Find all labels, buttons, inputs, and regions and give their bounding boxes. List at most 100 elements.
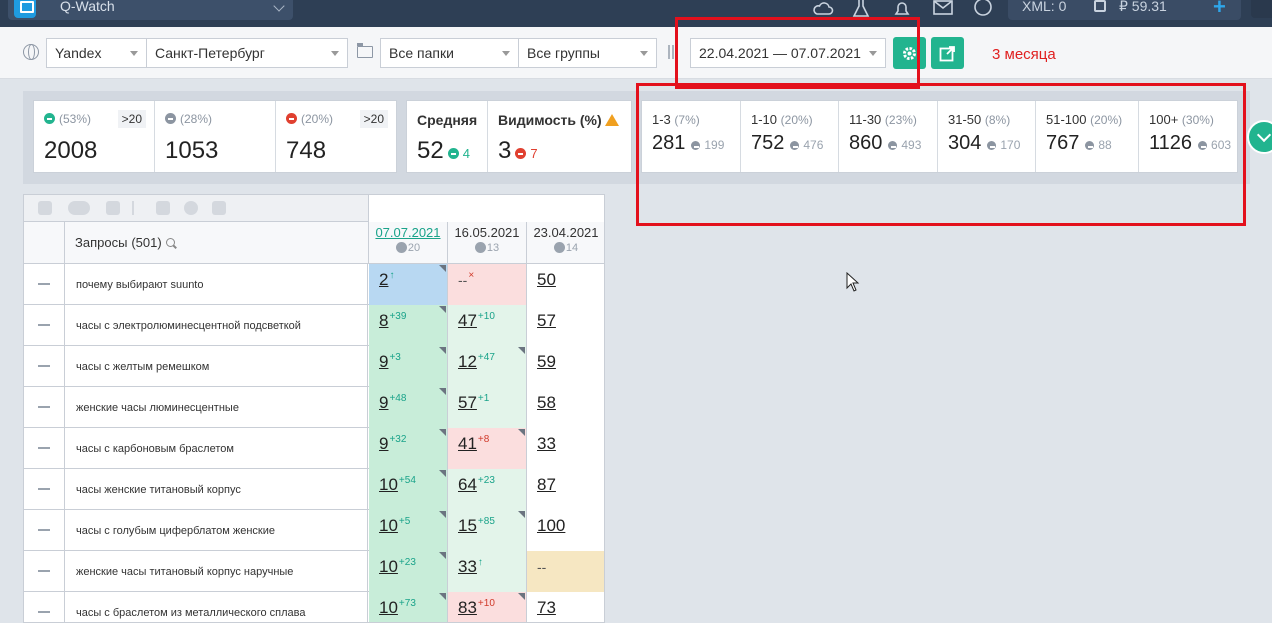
position-cell[interactable]: 12+47	[448, 346, 527, 387]
mail-icon[interactable]	[932, 0, 954, 18]
position-value[interactable]: 58	[537, 393, 556, 412]
position-cell[interactable]: 87	[527, 469, 604, 510]
position-value[interactable]: 2	[379, 270, 388, 289]
position-cell[interactable]: 83+10	[448, 592, 527, 622]
position-cell[interactable]: 8+39	[369, 305, 448, 346]
position-cell[interactable]: --	[527, 551, 604, 592]
position-value[interactable]: 83	[458, 598, 477, 617]
range-1-10[interactable]: 1-10 (20%) 752 476	[741, 101, 839, 172]
position-cell[interactable]: 50	[527, 264, 604, 305]
range-1-3[interactable]: 1-3 (7%) 281 199	[642, 101, 741, 172]
row-menu-icon[interactable]	[24, 346, 65, 387]
position-cell[interactable]: 10+5	[369, 510, 448, 551]
position-cell[interactable]: 57+1	[448, 387, 527, 428]
add-funds-button[interactable]: +	[1213, 0, 1226, 20]
row-menu-icon[interactable]	[24, 469, 65, 510]
cloud-icon[interactable]	[812, 0, 834, 18]
position-value[interactable]: 10	[379, 516, 398, 535]
date-label[interactable]: 07.07.2021	[369, 225, 447, 240]
position-cell[interactable]: 10+54	[369, 469, 448, 510]
flask-icon[interactable]	[851, 0, 873, 18]
position-cell[interactable]: 33	[527, 428, 604, 469]
row-menu-icon[interactable]	[24, 592, 65, 622]
position-value[interactable]: 10	[379, 557, 398, 576]
header-date-0[interactable]: 07.07.2021 20	[369, 222, 448, 264]
row-menu-icon[interactable]	[24, 387, 65, 428]
position-cell[interactable]: 15+85	[448, 510, 527, 551]
position-value[interactable]: 73	[537, 598, 556, 617]
position-cell[interactable]: 33↑	[448, 551, 527, 592]
menu-button[interactable]	[1251, 0, 1272, 18]
position-value[interactable]: 15	[458, 516, 477, 535]
export-button[interactable]	[931, 37, 964, 69]
bell-icon[interactable]	[891, 0, 913, 18]
position-value[interactable]: 41	[458, 434, 477, 453]
position-cell[interactable]: 59	[527, 346, 604, 387]
position-value[interactable]: 10	[379, 475, 398, 494]
row-menu-icon[interactable]	[24, 264, 65, 305]
positions-down[interactable]: (20%) >20 748	[276, 101, 396, 172]
position-value[interactable]: 8	[379, 311, 388, 330]
position-value[interactable]: 59	[537, 352, 556, 371]
project-selector[interactable]: Q-Watch	[8, 0, 293, 20]
position-value[interactable]: 33	[458, 557, 477, 576]
position-value[interactable]: 50	[537, 270, 556, 289]
position-value[interactable]: 12	[458, 352, 477, 371]
positions-up[interactable]: (53%) >20 2008	[34, 101, 155, 172]
groups-select[interactable]: Все группы	[518, 38, 657, 68]
settings-button[interactable]	[893, 37, 926, 69]
position-value[interactable]: 87	[537, 475, 556, 494]
range-100+[interactable]: 100+ (30%) 1126 603	[1139, 101, 1238, 172]
position-cell[interactable]: 2↑	[369, 264, 448, 305]
position-value[interactable]: 47	[458, 311, 477, 330]
position-value[interactable]: 33	[537, 434, 556, 453]
row-menu-icon[interactable]	[24, 551, 65, 592]
region-select[interactable]: Санкт-Петербург	[146, 38, 348, 68]
position-cell[interactable]: 9+3	[369, 346, 448, 387]
position-value[interactable]: 9	[379, 393, 388, 412]
row-menu-icon[interactable]	[24, 305, 65, 346]
help-icon[interactable]	[972, 0, 994, 18]
position-cell[interactable]: 10+23	[369, 551, 448, 592]
position-cell[interactable]: 9+32	[369, 428, 448, 469]
toggle-icon[interactable]	[68, 201, 90, 215]
position-delta: +85	[477, 516, 495, 527]
position-value[interactable]: 9	[379, 352, 388, 371]
position-cell[interactable]: 41+8	[448, 428, 527, 469]
position-cell[interactable]: --×	[448, 264, 527, 305]
calendar-icon	[668, 45, 680, 59]
position-cell[interactable]: 47+10	[448, 305, 527, 346]
warning-icon[interactable]	[604, 114, 619, 126]
link-icon[interactable]	[106, 201, 120, 215]
position-cell[interactable]: 9+48	[369, 387, 448, 428]
folders-select[interactable]: Все папки	[380, 38, 519, 68]
calendar-icon[interactable]	[156, 201, 170, 215]
search-icon[interactable]	[165, 238, 175, 247]
position-value[interactable]: 100	[537, 516, 565, 535]
position-value[interactable]: 57	[458, 393, 477, 412]
range-11-30[interactable]: 11-30 (23%) 860 493	[839, 101, 938, 172]
expand-stats-button[interactable]	[1247, 120, 1272, 154]
position-cell[interactable]: 57	[527, 305, 604, 346]
position-value[interactable]: 57	[537, 311, 556, 330]
position-value[interactable]: --	[458, 272, 467, 288]
range-51-100[interactable]: 51-100 (20%) 767 88	[1036, 101, 1139, 172]
search-engine-select[interactable]: Yandex	[46, 38, 147, 68]
row-menu-icon[interactable]	[24, 510, 65, 551]
position-value[interactable]: 10	[379, 598, 398, 617]
position-value[interactable]: 9	[379, 434, 388, 453]
position-value[interactable]: --	[537, 559, 546, 575]
position-value[interactable]: 64	[458, 475, 477, 494]
position-cell[interactable]: 10+73	[369, 592, 448, 622]
range-31-50[interactable]: 31-50 (8%) 304 170	[938, 101, 1036, 172]
positions-same[interactable]: (28%) 1053	[155, 101, 276, 172]
sort-icon[interactable]	[38, 201, 52, 215]
row-menu-icon[interactable]	[24, 428, 65, 469]
position-cell[interactable]: 58	[527, 387, 604, 428]
position-cell[interactable]: 73	[527, 592, 604, 622]
position-cell[interactable]: 64+23	[448, 469, 527, 510]
font-icon[interactable]	[212, 201, 226, 215]
position-cell[interactable]: 100	[527, 510, 604, 551]
date-range-select[interactable]: 22.04.2021 — 07.07.2021	[690, 38, 886, 68]
contrast-icon[interactable]	[184, 201, 198, 215]
